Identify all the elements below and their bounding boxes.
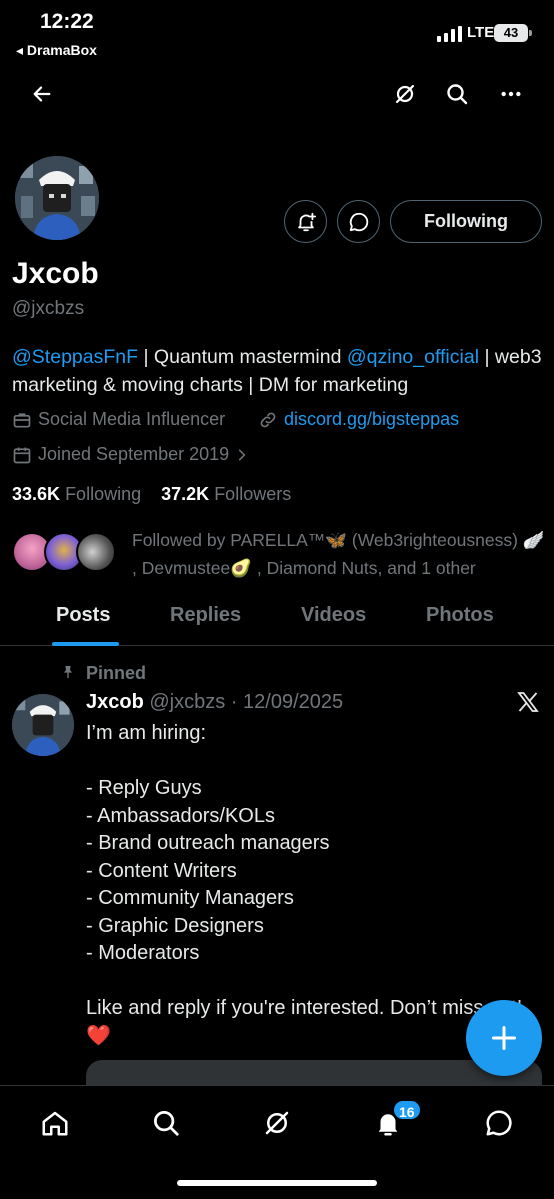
network-label: LTE <box>467 24 495 41</box>
post-text: I’m am hiring: - Reply Guys - Ambassador… <box>86 722 522 1047</box>
grok-icon[interactable] <box>391 80 419 108</box>
search-icon[interactable] <box>443 80 471 108</box>
pin-icon <box>64 666 72 678</box>
notifications-badge: 16 <box>392 1099 422 1121</box>
profile-avatar[interactable] <box>12 153 102 243</box>
following-button[interactable]: Following <box>390 200 542 243</box>
messages-icon[interactable] <box>482 1106 516 1140</box>
category-label: Social Media Influencer <box>38 409 226 429</box>
post-author-name[interactable]: Jxcob <box>86 691 144 713</box>
tab-videos[interactable]: Videos <box>301 604 366 627</box>
status-time: 12:22 <box>40 10 94 33</box>
link-label[interactable]: discord.gg/bigsteppas <box>284 409 459 430</box>
tab-replies[interactable]: Replies <box>170 604 241 627</box>
x-logo-icon <box>517 692 539 712</box>
profile-category: Social Media Influencer <box>12 409 225 430</box>
profile-handle: @jxcbzs <box>12 298 85 319</box>
home-indicator <box>177 1180 377 1186</box>
follow-counts: 33.6K Following 37.2K Followers <box>12 484 291 505</box>
home-icon[interactable] <box>38 1106 72 1140</box>
post-author-avatar[interactable] <box>12 694 74 756</box>
compose-post-button[interactable] <box>466 1000 542 1076</box>
bio-text-1: | Quantum mastermind <box>138 346 347 368</box>
battery-icon: 43 <box>494 24 532 42</box>
tab-photos[interactable]: Photos <box>426 604 494 627</box>
post-handle-date: @jxcbzs · 12/09/2025 <box>149 691 344 713</box>
plus-icon <box>491 1025 517 1051</box>
profile-link[interactable]: discord.gg/bigsteppas <box>258 409 459 430</box>
post-header: Jxcob @jxcbzs · 12/09/2025 <box>86 691 343 714</box>
search-nav-icon[interactable] <box>149 1106 183 1140</box>
joined-date[interactable]: Joined September 2019 <box>12 444 249 465</box>
profile-tabs: Posts Replies Videos Photos <box>0 596 554 646</box>
bell-plus-icon <box>297 212 316 231</box>
joined-label: Joined September 2019 <box>38 444 230 464</box>
briefcase-icon <box>13 412 31 427</box>
following-count-link[interactable]: 33.6K Following <box>12 484 141 504</box>
notify-bell-button[interactable] <box>284 200 327 243</box>
follower-avatar-3[interactable] <box>76 532 116 572</box>
active-tab-indicator <box>52 642 119 646</box>
bio-mention-qzino[interactable]: @qzino_official <box>347 346 479 368</box>
profile-name: Jxcob <box>12 257 99 290</box>
back-arrow-icon[interactable] <box>28 80 56 108</box>
followed-by-text[interactable]: Followed by PARELLA™🦋 (Web3righteousness… <box>132 526 547 582</box>
bio-mention-steppasfnf[interactable]: @SteppasFnF <box>12 346 138 368</box>
grok-nav-icon[interactable] <box>260 1106 294 1140</box>
message-button[interactable] <box>337 200 380 243</box>
chevron-right-icon <box>239 449 246 460</box>
pinned-label: Pinned <box>86 663 147 683</box>
followers-count-link[interactable]: 37.2K Followers <box>161 484 291 504</box>
profile-bio: @SteppasFnF | Quantum mastermind @qzino_… <box>12 343 542 399</box>
tab-posts[interactable]: Posts <box>56 604 110 627</box>
back-to-app-link[interactable]: ◂ DramaBox <box>16 42 97 59</box>
more-options-icon[interactable] <box>497 80 525 108</box>
calendar-icon <box>13 447 31 463</box>
link-icon <box>260 412 276 427</box>
signal-icon <box>437 26 462 42</box>
message-icon <box>349 212 368 231</box>
